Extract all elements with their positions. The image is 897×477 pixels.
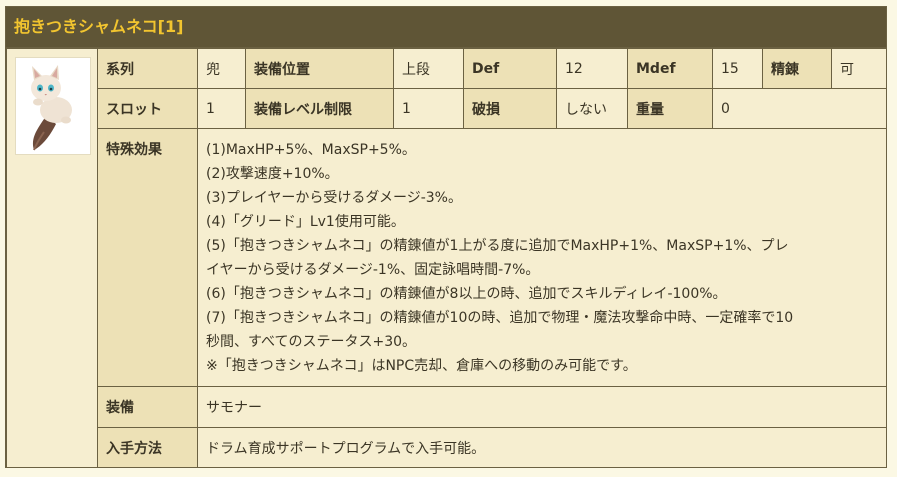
effect-line: ※「抱きつきシャムネコ」はNPC売却、倉庫への移動のみ可能です。: [206, 358, 637, 374]
effect-line: (2)攻撃速度+10%。: [206, 166, 339, 182]
obtain-label: 入手方法: [97, 427, 198, 468]
effects-label: 特殊効果: [97, 128, 198, 387]
item-info-table: 系列 兜 装備位置 上段 Def 12 Mdef 15 精錬 可 スロット 1 …: [6, 48, 887, 468]
type-value: 兜: [197, 48, 246, 89]
item-image-cell: [6, 48, 98, 468]
table-row: 系列 兜 装備位置 上段 Def 12 Mdef 15 精錬 可: [6, 48, 887, 468]
effect-line: イヤーから受けるダメージ-1%、固定詠唱時間-7%。: [206, 262, 540, 278]
level-limit-label: 装備レベル制限: [245, 88, 394, 129]
table-row: 特殊効果 (1)MaxHP+5%、MaxSP+5%。 (2)攻撃速度+10%。 …: [7, 128, 887, 387]
obtain-value: ドラム育成サポートプログラムで入手可能。: [197, 427, 887, 468]
mdef-value: 15: [712, 48, 763, 89]
slot-value: 1: [197, 88, 246, 129]
weight-value: 0: [712, 88, 887, 129]
table-row: 装備 サモナー: [7, 386, 887, 428]
level-limit-value: 1: [393, 88, 464, 129]
breakable-label: 破損: [463, 88, 557, 129]
table-row: スロット 1 装備レベル制限 1 破損 しない 重量 0: [7, 88, 887, 129]
effect-line: (1)MaxHP+5%、MaxSP+5%。: [206, 142, 416, 158]
effect-line: (3)プレイヤーから受けるダメージ-3%。: [206, 190, 462, 206]
effect-line: (6)「抱きつきシャムネコ」の精錬値が8以上の時、追加でスキルディレイ-100%…: [206, 286, 727, 302]
slot-label: スロット: [97, 88, 198, 129]
cat-item-image: [15, 57, 91, 155]
effect-line: (5)「抱きつきシャムネコ」の精錬値が1上がる度に追加でMaxHP+1%、Max…: [206, 238, 789, 254]
item-title: 抱きつきシャムネコ[1]: [6, 7, 886, 48]
item-card: 抱きつきシャムネコ[1] 系列 兜 装備位置 上段 Def 12 Mdef 15…: [5, 6, 887, 468]
refine-label: 精錬: [762, 48, 832, 89]
position-value: 上段: [393, 48, 464, 89]
breakable-value: しない: [556, 88, 628, 129]
effect-line: 秒間、すべてのステータス+30。: [206, 334, 417, 350]
equip-value: サモナー: [197, 386, 887, 428]
effect-line: (4)「グリード」Lv1使用可能。: [206, 214, 405, 230]
def-value: 12: [556, 48, 628, 89]
effects-text: (1)MaxHP+5%、MaxSP+5%。 (2)攻撃速度+10%。 (3)プレ…: [197, 128, 887, 387]
effect-line: (7)「抱きつきシャムネコ」の精錬値が10の時、追加で物理・魔法攻撃命中時、一定…: [206, 310, 794, 326]
table-row: 入手方法 ドラム育成サポートプログラムで入手可能。: [7, 427, 887, 468]
refine-value: 可: [831, 48, 887, 89]
equip-label: 装備: [97, 386, 198, 428]
mdef-label: Mdef: [627, 48, 713, 89]
weight-label: 重量: [627, 88, 713, 129]
position-label: 装備位置: [245, 48, 394, 89]
def-label: Def: [463, 48, 557, 89]
type-label: 系列: [97, 48, 198, 89]
